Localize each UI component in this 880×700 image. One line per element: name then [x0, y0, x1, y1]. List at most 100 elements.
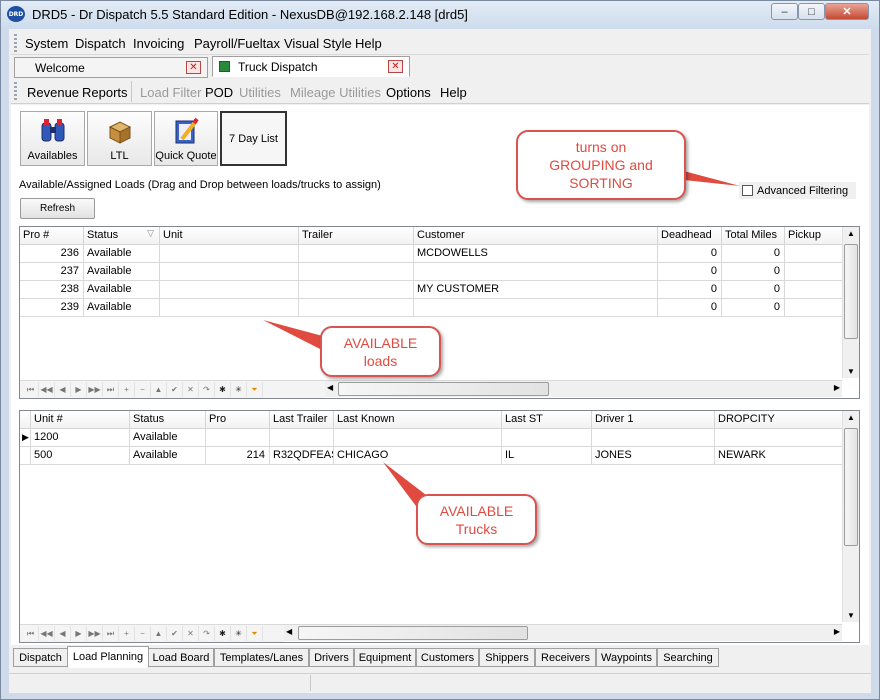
- col-header-status[interactable]: Status: [130, 411, 206, 429]
- nav-last-icon[interactable]: ⏭: [103, 382, 119, 397]
- nav-cancel-icon[interactable]: ✕: [183, 382, 199, 397]
- col-header-dropcity[interactable]: DROPCITY: [715, 411, 844, 429]
- tab-drivers[interactable]: Drivers: [309, 648, 354, 667]
- scroll-thumb[interactable]: [844, 244, 858, 339]
- tab-customers[interactable]: Customers: [416, 648, 479, 667]
- col-header-unit-number[interactable]: Unit #: [31, 411, 130, 429]
- scroll-thumb[interactable]: [338, 382, 549, 396]
- col-header-driver-1[interactable]: Driver 1: [592, 411, 715, 429]
- nav-insert-icon[interactable]: +: [119, 382, 135, 397]
- tab-dispatch[interactable]: Dispatch: [13, 648, 68, 667]
- scroll-left-icon[interactable]: ◀: [327, 383, 333, 392]
- menu-invoicing[interactable]: Invoicing: [133, 36, 184, 51]
- nav-cancel-icon[interactable]: ✕: [183, 626, 199, 641]
- scroll-thumb[interactable]: [298, 626, 528, 640]
- availables-button[interactable]: Availables: [20, 111, 85, 166]
- tab-load-board[interactable]: Load Board: [148, 648, 214, 667]
- toolbar-revenue[interactable]: Revenue: [27, 85, 79, 100]
- nav-prev-page-icon[interactable]: ◀◀: [39, 626, 55, 641]
- col-header-last-st[interactable]: Last ST: [502, 411, 592, 429]
- quick-quote-button[interactable]: Quick Quote: [154, 111, 218, 166]
- loads-grid[interactable]: Pro # Status ▽ Unit Trailer Customer Dead…: [19, 226, 860, 399]
- close-tab-icon[interactable]: ✕: [186, 61, 201, 74]
- nav-prev-icon[interactable]: ◀: [55, 382, 71, 397]
- tab-load-planning[interactable]: Load Planning: [67, 646, 149, 668]
- tab-templates-lanes[interactable]: Templates/Lanes: [214, 648, 309, 667]
- nav-first-icon[interactable]: ⏮: [23, 382, 39, 397]
- tab-equipment[interactable]: Equipment: [354, 648, 416, 667]
- menu-visual-style[interactable]: Visual Style: [284, 36, 352, 51]
- nav-prev-page-icon[interactable]: ◀◀: [39, 382, 55, 397]
- tab-welcome[interactable]: Welcome ✕: [14, 57, 208, 78]
- nav-next-page-icon[interactable]: ▶▶: [87, 626, 103, 641]
- minimize-button[interactable]: –: [771, 3, 798, 20]
- scroll-thumb[interactable]: [844, 428, 858, 546]
- tab-searching[interactable]: Searching: [657, 648, 719, 667]
- close-tab-icon[interactable]: ✕: [388, 60, 403, 73]
- tab-receivers[interactable]: Receivers: [535, 648, 596, 667]
- menu-payroll-fueltax[interactable]: Payroll/Fueltax: [194, 36, 280, 51]
- advanced-filtering-control[interactable]: Advanced Filtering: [739, 182, 856, 199]
- scroll-up-icon[interactable]: ▲: [847, 229, 855, 238]
- nav-filter-icon[interactable]: ⏷: [247, 626, 263, 641]
- col-header-status[interactable]: Status ▽: [84, 227, 160, 245]
- nav-next-icon[interactable]: ▶: [71, 626, 87, 641]
- toolbar-options[interactable]: Options: [386, 85, 431, 100]
- nav-insert-icon[interactable]: +: [119, 626, 135, 641]
- tab-truck-dispatch[interactable]: Truck Dispatch ✕: [212, 56, 410, 77]
- col-header-pro[interactable]: Pro: [206, 411, 270, 429]
- menu-help[interactable]: Help: [355, 36, 382, 51]
- loads-horizontal-scrollbar[interactable]: ◀ ▶: [325, 380, 842, 397]
- nav-delete-icon[interactable]: −: [135, 382, 151, 397]
- col-header-pickup[interactable]: Pickup: [785, 227, 844, 245]
- nav-goto-bookmark-icon[interactable]: ✳: [231, 626, 247, 641]
- loads-vertical-scrollbar[interactable]: ▲ ▼: [842, 227, 859, 378]
- nav-last-icon[interactable]: ⏭: [103, 626, 119, 641]
- col-header-trailer[interactable]: Trailer: [299, 227, 414, 245]
- trucks-horizontal-scrollbar[interactable]: ◀ ▶: [284, 624, 842, 641]
- advanced-filtering-checkbox[interactable]: [742, 185, 753, 196]
- nav-goto-bookmark-icon[interactable]: ✳: [231, 382, 247, 397]
- nav-next-icon[interactable]: ▶: [71, 382, 87, 397]
- menu-system[interactable]: System: [25, 36, 68, 51]
- nav-next-page-icon[interactable]: ▶▶: [87, 382, 103, 397]
- nav-delete-icon[interactable]: −: [135, 626, 151, 641]
- nav-post-icon[interactable]: ✔: [167, 382, 183, 397]
- nav-edit-icon[interactable]: ▲: [151, 626, 167, 641]
- seven-day-list-button[interactable]: 7 Day List: [220, 111, 287, 166]
- tab-waypoints[interactable]: Waypoints: [596, 648, 657, 667]
- nav-refresh-icon[interactable]: ↷: [199, 626, 215, 641]
- toolbar-grip[interactable]: [14, 82, 17, 100]
- scroll-right-icon[interactable]: ▶: [834, 627, 840, 636]
- maximize-button[interactable]: □: [798, 3, 825, 20]
- nav-post-icon[interactable]: ✔: [167, 626, 183, 641]
- col-header-total-miles[interactable]: Total Miles: [722, 227, 785, 245]
- ltl-button[interactable]: LTL: [87, 111, 152, 166]
- close-window-button[interactable]: ✕: [825, 3, 869, 20]
- nav-refresh-icon[interactable]: ↷: [199, 382, 215, 397]
- toolbar-reports[interactable]: Reports: [82, 85, 128, 100]
- scroll-right-icon[interactable]: ▶: [834, 383, 840, 392]
- nav-first-icon[interactable]: ⏮: [23, 626, 39, 641]
- toolbar-pod[interactable]: POD: [205, 85, 233, 100]
- col-header-unit[interactable]: Unit: [160, 227, 299, 245]
- scroll-up-icon[interactable]: ▲: [847, 413, 855, 422]
- scroll-left-icon[interactable]: ◀: [286, 627, 292, 636]
- nav-prev-icon[interactable]: ◀: [55, 626, 71, 641]
- filter-icon[interactable]: ▽: [147, 228, 154, 239]
- menu-dispatch[interactable]: Dispatch: [75, 36, 126, 51]
- trucks-vertical-scrollbar[interactable]: ▲ ▼: [842, 411, 859, 622]
- toolbar-help[interactable]: Help: [440, 85, 467, 100]
- tab-shippers[interactable]: Shippers: [479, 648, 535, 667]
- col-header-last-known[interactable]: Last Known: [334, 411, 502, 429]
- col-header-deadhead[interactable]: Deadhead: [658, 227, 722, 245]
- nav-bookmark-icon[interactable]: ✱: [215, 626, 231, 641]
- nav-edit-icon[interactable]: ▲: [151, 382, 167, 397]
- scroll-down-icon[interactable]: ▼: [847, 367, 855, 376]
- col-header-customer[interactable]: Customer: [414, 227, 658, 245]
- scroll-down-icon[interactable]: ▼: [847, 611, 855, 620]
- nav-bookmark-icon[interactable]: ✱: [215, 382, 231, 397]
- col-header-pro[interactable]: Pro #: [20, 227, 84, 245]
- col-header-last-trailer[interactable]: Last Trailer: [270, 411, 334, 429]
- refresh-button[interactable]: Refresh: [20, 198, 95, 219]
